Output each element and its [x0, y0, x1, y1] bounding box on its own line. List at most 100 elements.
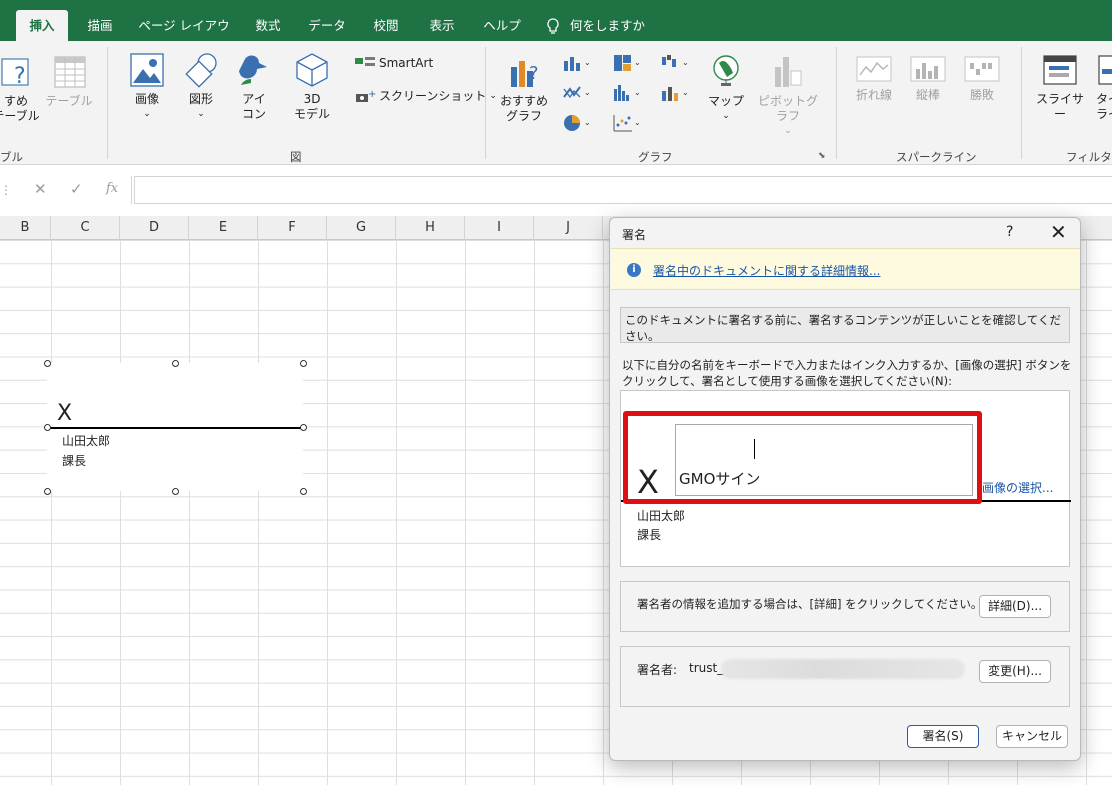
- name-box-handle[interactable]: ⋮: [0, 176, 14, 204]
- ribbon: ? すめ テーブル テーブル ブル 画像 ⌄ 図形 ⌄: [0, 41, 1112, 180]
- maps-button[interactable]: マップ ⌄: [704, 53, 748, 124]
- select-image-link[interactable]: 画像の選択...: [982, 479, 1053, 496]
- group-label-sparklines: スパークライン: [896, 150, 977, 164]
- tab-insert[interactable]: 挿入: [16, 10, 68, 41]
- resize-handle[interactable]: [44, 488, 51, 495]
- signature-instruction: 以下に自分の名前をキーボードで入力またはインク入力するか、[画像の選択] ボタン…: [622, 358, 1072, 388]
- group-separator: [836, 47, 837, 159]
- picture-button[interactable]: 画像 ⌄: [124, 51, 170, 122]
- sparkline-column-button[interactable]: 縦棒: [906, 55, 950, 103]
- column-chart-button[interactable]: ⌄: [562, 53, 592, 76]
- ribbon-tab-bar: 挿入 描画 ページ レイアウト 数式 データ 校閲 表示 ヘルプ 何をしますか: [0, 0, 1112, 64]
- more-info-link[interactable]: 署名中のドキュメントに関する詳細情報...: [653, 262, 880, 279]
- tab-page-layout[interactable]: ページ レイアウト: [134, 10, 234, 64]
- confirm-message: このドキュメントに署名する前に、署名するコンテンツが正しいことを確認してください…: [620, 307, 1070, 343]
- details-section: 署名者の情報を追加する場合は、[詳細] をクリックしてください。 詳細(D)..…: [620, 581, 1070, 632]
- pivot-chart-icon: [775, 57, 802, 87]
- resize-handle[interactable]: [300, 488, 307, 495]
- waterfall-chart-icon: ⌄: [662, 55, 689, 67]
- resize-handle[interactable]: [300, 360, 307, 367]
- info-icon: i: [627, 263, 641, 277]
- statistic-chart-button[interactable]: ⌄: [612, 83, 642, 106]
- svg-text:?: ?: [14, 64, 26, 89]
- tab-help[interactable]: ヘルプ: [476, 10, 528, 41]
- 3d-models-button[interactable]: 3D モデル: [284, 51, 340, 122]
- group-label-illustrations: 図: [290, 150, 302, 164]
- svg-text:⌄: ⌄: [634, 58, 641, 67]
- sign-button[interactable]: 署名(S): [907, 725, 979, 748]
- slicer-button[interactable]: スライサー: [1034, 53, 1086, 122]
- cube-icon: [296, 53, 328, 87]
- tab-view[interactable]: 表示: [420, 10, 464, 41]
- details-hint: 署名者の情報を追加する場合は、[詳細] をクリックしてください。: [637, 597, 983, 611]
- resize-handle[interactable]: [172, 360, 179, 367]
- recommended-charts-button[interactable]: ? おすすめ グラフ: [500, 53, 548, 124]
- pie-chart-button[interactable]: ⌄: [562, 113, 592, 136]
- cancel-icon[interactable]: ✕: [34, 180, 47, 198]
- change-button[interactable]: 変更(H)...: [979, 660, 1051, 683]
- column-header-f[interactable]: F: [258, 216, 327, 240]
- column-header-i[interactable]: I: [465, 216, 534, 240]
- tab-review[interactable]: 校閲: [364, 10, 408, 41]
- table-button[interactable]: テーブル: [44, 53, 94, 109]
- screenshot-button[interactable]: + スクリーンショット ⌄: [354, 87, 497, 104]
- signer-label: 署名者:: [637, 663, 678, 677]
- smartart-button[interactable]: SmartArt: [354, 55, 433, 71]
- recommended-chart-icon: ?: [511, 61, 539, 87]
- tab-draw[interactable]: 描画: [78, 10, 122, 41]
- icons-icon: [239, 55, 267, 85]
- waterfall-chart-button[interactable]: ⌄: [660, 53, 690, 76]
- tab-formulas[interactable]: 数式: [246, 10, 290, 41]
- statistic-chart-icon: ⌄: [614, 85, 641, 101]
- sparkline-winloss-button[interactable]: 勝敗: [960, 55, 1004, 103]
- svg-text:+: +: [368, 89, 376, 100]
- column-header-b[interactable]: B: [0, 216, 51, 240]
- shapes-icon: [185, 53, 217, 88]
- chart-dialog-launcher-icon[interactable]: ⬊: [818, 151, 826, 161]
- help-button[interactable]: ?: [1006, 224, 1013, 240]
- column-header-j[interactable]: J: [534, 216, 603, 240]
- column-header-h[interactable]: H: [396, 216, 465, 240]
- close-button[interactable]: ✕: [1050, 221, 1067, 243]
- column-header-d[interactable]: D: [120, 216, 189, 240]
- hierarchy-chart-icon: ⌄: [614, 55, 641, 71]
- resize-handle[interactable]: [44, 424, 51, 431]
- scatter-chart-button[interactable]: ⌄: [612, 113, 642, 136]
- svg-text:?: ?: [529, 63, 539, 84]
- pivot-chart-button[interactable]: ピボットグラフ ⌄: [754, 53, 822, 139]
- signature-line-object[interactable]: X 山田太郎 課長: [44, 360, 307, 495]
- column-header-c[interactable]: C: [51, 216, 120, 240]
- recommended-pivot-button[interactable]: ? すめ テーブル: [0, 53, 42, 124]
- icons-button[interactable]: アイ コン: [232, 51, 276, 122]
- shapes-button[interactable]: 図形 ⌄: [178, 51, 224, 122]
- tell-me-search[interactable]: 何をしますか: [546, 10, 646, 41]
- signer-title: 課長: [637, 528, 662, 542]
- signature-x-mark: X: [57, 401, 73, 426]
- combo-chart-button[interactable]: ⌄: [660, 83, 690, 106]
- signer-name: 山田太郎: [637, 509, 686, 523]
- hierarchy-chart-button[interactable]: ⌄: [612, 53, 642, 76]
- sign-dialog: 署名 ? ✕ i 署名中のドキュメントに関する詳細情報... このドキュメントに…: [609, 217, 1081, 761]
- resize-handle[interactable]: [44, 360, 51, 367]
- tab-data[interactable]: データ: [302, 10, 352, 41]
- svg-text:⌄: ⌄: [634, 118, 641, 127]
- sparkline-line-icon: [856, 56, 892, 82]
- resize-handle[interactable]: [172, 488, 179, 495]
- line-chart-button[interactable]: ⌄: [562, 83, 592, 106]
- picture-icon: [130, 53, 164, 87]
- timeline-button[interactable]: タイ ライ: [1096, 53, 1112, 122]
- svg-text:⌄: ⌄: [682, 88, 689, 97]
- cancel-button[interactable]: キャンセル: [996, 725, 1068, 748]
- screenshot-dropdown-icon: ⌄: [489, 90, 497, 101]
- details-button[interactable]: 詳細(D)...: [979, 595, 1051, 618]
- scatter-chart-icon: ⌄: [613, 115, 641, 132]
- timeline-icon: [1098, 55, 1112, 85]
- formula-input[interactable]: [134, 176, 1112, 204]
- column-header-e[interactable]: E: [189, 216, 258, 240]
- insert-function-icon[interactable]: fx: [106, 181, 118, 196]
- signer-value: trust_: [689, 661, 724, 675]
- enter-icon[interactable]: ✓: [70, 180, 83, 198]
- resize-handle[interactable]: [300, 424, 307, 431]
- column-header-g[interactable]: G: [327, 216, 396, 240]
- sparkline-line-button[interactable]: 折れ線: [852, 55, 896, 103]
